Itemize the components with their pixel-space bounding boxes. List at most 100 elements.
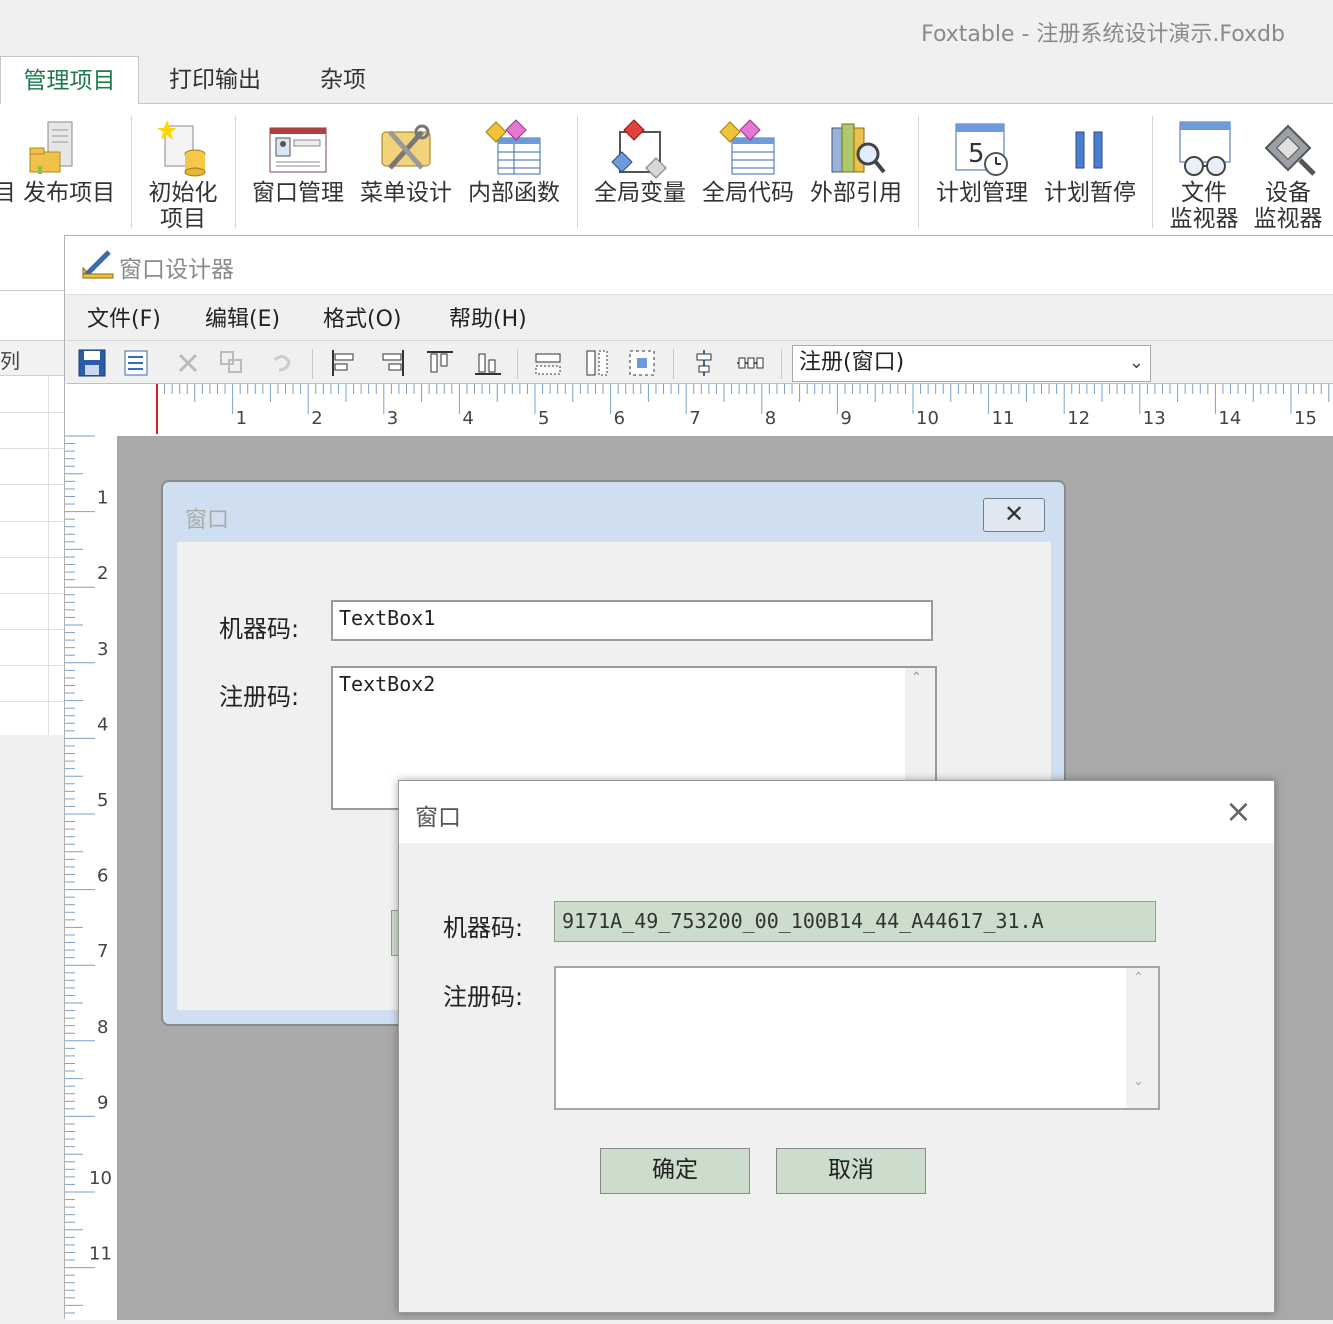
chevron-up-icon[interactable]: ˆ bbox=[911, 670, 922, 691]
design-textbox1[interactable]: TextBox1 bbox=[331, 600, 933, 641]
init-label-1: 初始化 bbox=[148, 180, 218, 206]
register-dialog: 窗口 × 机器码: 9171A_49_753200_00_100B14_44_A… bbox=[398, 780, 1275, 1313]
inner-function-label: 内部函数 bbox=[468, 180, 560, 206]
grid-header: 列 bbox=[0, 340, 66, 376]
same-width-icon[interactable] bbox=[533, 348, 563, 378]
grid-row-line bbox=[0, 412, 66, 413]
ruler-label: 3 bbox=[97, 639, 108, 660]
file-monitor-label-1: 文件 bbox=[1181, 180, 1227, 206]
init-label-2: 项目 bbox=[160, 206, 206, 232]
toolbar-separator bbox=[673, 349, 674, 379]
align-bottom-icon[interactable] bbox=[473, 348, 503, 378]
delete-icon[interactable] bbox=[173, 348, 203, 378]
machine-code-label: 机器码: bbox=[443, 914, 524, 942]
designer-toolbar: 注册(窗口) ⌄ bbox=[67, 340, 1333, 384]
ruler-label: 9 bbox=[840, 408, 851, 429]
publish-label: 发布项目 bbox=[23, 180, 116, 206]
horizontal-ruler: 1 2 3 4 5 6 7 8 9 10 11 12 13 14 15 bbox=[65, 384, 1333, 436]
center-horizontal-icon[interactable] bbox=[735, 348, 765, 378]
ribbon-tab-manage[interactable]: 管理项目 bbox=[0, 56, 139, 104]
plan-pause-label: 计划暂停 bbox=[1044, 180, 1136, 206]
grid-row-line bbox=[0, 593, 66, 594]
menu-help[interactable]: 帮助(H) bbox=[449, 301, 527, 333]
ribbon-tab-print[interactable]: 打印输出 bbox=[150, 56, 280, 104]
dialog-titlebar: 窗口 × bbox=[399, 781, 1274, 843]
ruler-label: 15 bbox=[1294, 408, 1317, 429]
dialog-title: 窗口 bbox=[415, 805, 461, 831]
menu-design-button[interactable]: 菜单设计 bbox=[354, 118, 458, 230]
chevron-down-icon[interactable]: ˇ bbox=[1134, 1080, 1143, 1101]
device-monitor-label-1: 设备 bbox=[1265, 180, 1311, 206]
copy-icon[interactable] bbox=[217, 348, 247, 378]
align-left-icon[interactable] bbox=[329, 348, 359, 378]
left-data-grid: 列 bbox=[0, 235, 66, 735]
chevron-up-icon[interactable]: ˆ bbox=[1134, 970, 1143, 991]
design-machine-label: 机器码: bbox=[219, 615, 300, 643]
cancel-button[interactable]: 取消 bbox=[776, 1148, 926, 1194]
global-variable-label: 全局变量 bbox=[594, 180, 686, 206]
design-form-caption: 窗口 bbox=[185, 508, 230, 533]
file-monitor-button[interactable]: 文件 监视器 bbox=[1162, 118, 1246, 232]
window-form-icon bbox=[268, 118, 328, 180]
external-reference-button[interactable]: 外部引用 bbox=[804, 118, 908, 230]
ruler-label: 11 bbox=[992, 408, 1015, 429]
same-size-icon[interactable] bbox=[627, 348, 657, 378]
ruler-label: 5 bbox=[538, 408, 549, 429]
window-manage-button[interactable]: 窗口管理 bbox=[246, 118, 350, 230]
ruler-label: 7 bbox=[689, 408, 700, 429]
menu-edit[interactable]: 编辑(E) bbox=[205, 301, 280, 333]
ruler-label: 3 bbox=[387, 408, 398, 429]
init-project-button[interactable]: 初始化 项目 bbox=[140, 118, 226, 232]
grid-row-line bbox=[0, 701, 66, 702]
ruler-label: 13 bbox=[1143, 408, 1166, 429]
ribbon-tab-misc[interactable]: 杂项 bbox=[300, 56, 386, 104]
toolbar-separator bbox=[312, 349, 313, 379]
menu-design-label: 菜单设计 bbox=[360, 180, 452, 206]
machine-code-field[interactable]: 9171A_49_753200_00_100B14_44_A44617_31.A bbox=[554, 901, 1156, 942]
ribbon-separator bbox=[1152, 116, 1153, 228]
grid-divider bbox=[0, 290, 66, 291]
inner-function-button[interactable]: 内部函数 bbox=[462, 118, 566, 230]
register-code-field[interactable]: ˆ ˇ bbox=[554, 966, 1160, 1110]
ruler-label: 14 bbox=[1218, 408, 1241, 429]
control-selector-combo[interactable]: 注册(窗口) ⌄ bbox=[792, 345, 1151, 382]
plan-manage-button[interactable]: 5 计划管理 bbox=[930, 118, 1034, 230]
center-vertical-icon[interactable] bbox=[689, 348, 719, 378]
ruler-label: 10 bbox=[89, 1168, 112, 1189]
global-variable-button[interactable]: 全局变量 bbox=[588, 118, 692, 230]
ruler-label: 6 bbox=[614, 408, 625, 429]
grid-row-line bbox=[0, 629, 66, 630]
ribbon: 目 发布项目 初始化 项目 窗口管理 菜单设计 内部函数 全局变量 全局代码 外… bbox=[0, 103, 1333, 235]
external-reference-label: 外部引用 bbox=[810, 180, 902, 206]
publish-button[interactable]: 目 发布项目 bbox=[0, 118, 124, 230]
ruler-label: 7 bbox=[97, 941, 108, 962]
function-table-icon bbox=[484, 118, 544, 180]
grid-row-line bbox=[0, 484, 66, 485]
undo-icon[interactable] bbox=[267, 348, 297, 378]
close-icon[interactable]: × bbox=[1225, 793, 1252, 829]
ribbon-separator bbox=[918, 116, 919, 228]
register-code-scrollbar[interactable]: ˆ ˇ bbox=[1126, 968, 1158, 1108]
ruler-label: 9 bbox=[97, 1092, 108, 1113]
plug-icon bbox=[1258, 118, 1318, 180]
grid-row-line bbox=[0, 521, 66, 522]
align-right-icon[interactable] bbox=[377, 348, 407, 378]
window-manage-label: 窗口管理 bbox=[252, 180, 344, 206]
close-icon[interactable]: ✕ bbox=[983, 498, 1045, 532]
chevron-down-icon[interactable]: ⌄ bbox=[1129, 346, 1144, 380]
horizontal-ruler-scale: 1 2 3 4 5 6 7 8 9 10 11 12 13 14 15 bbox=[65, 384, 1330, 434]
menu-file[interactable]: 文件(F) bbox=[87, 301, 161, 333]
align-top-icon[interactable] bbox=[425, 348, 455, 378]
grid-col-line bbox=[48, 376, 49, 735]
ruler-label: 8 bbox=[97, 1017, 108, 1038]
device-monitor-button[interactable]: 设备 监视器 bbox=[1246, 118, 1330, 232]
save-icon[interactable] bbox=[77, 348, 107, 378]
properties-icon[interactable] bbox=[123, 348, 153, 378]
menu-format[interactable]: 格式(O) bbox=[323, 301, 401, 333]
plan-pause-button[interactable]: 计划暂停 bbox=[1038, 118, 1142, 230]
books-search-icon bbox=[826, 118, 886, 180]
ruler-label: 1 bbox=[97, 488, 108, 509]
same-height-icon[interactable] bbox=[581, 348, 611, 378]
global-code-button[interactable]: 全局代码 bbox=[696, 118, 800, 230]
ok-button[interactable]: 确定 bbox=[600, 1148, 750, 1194]
